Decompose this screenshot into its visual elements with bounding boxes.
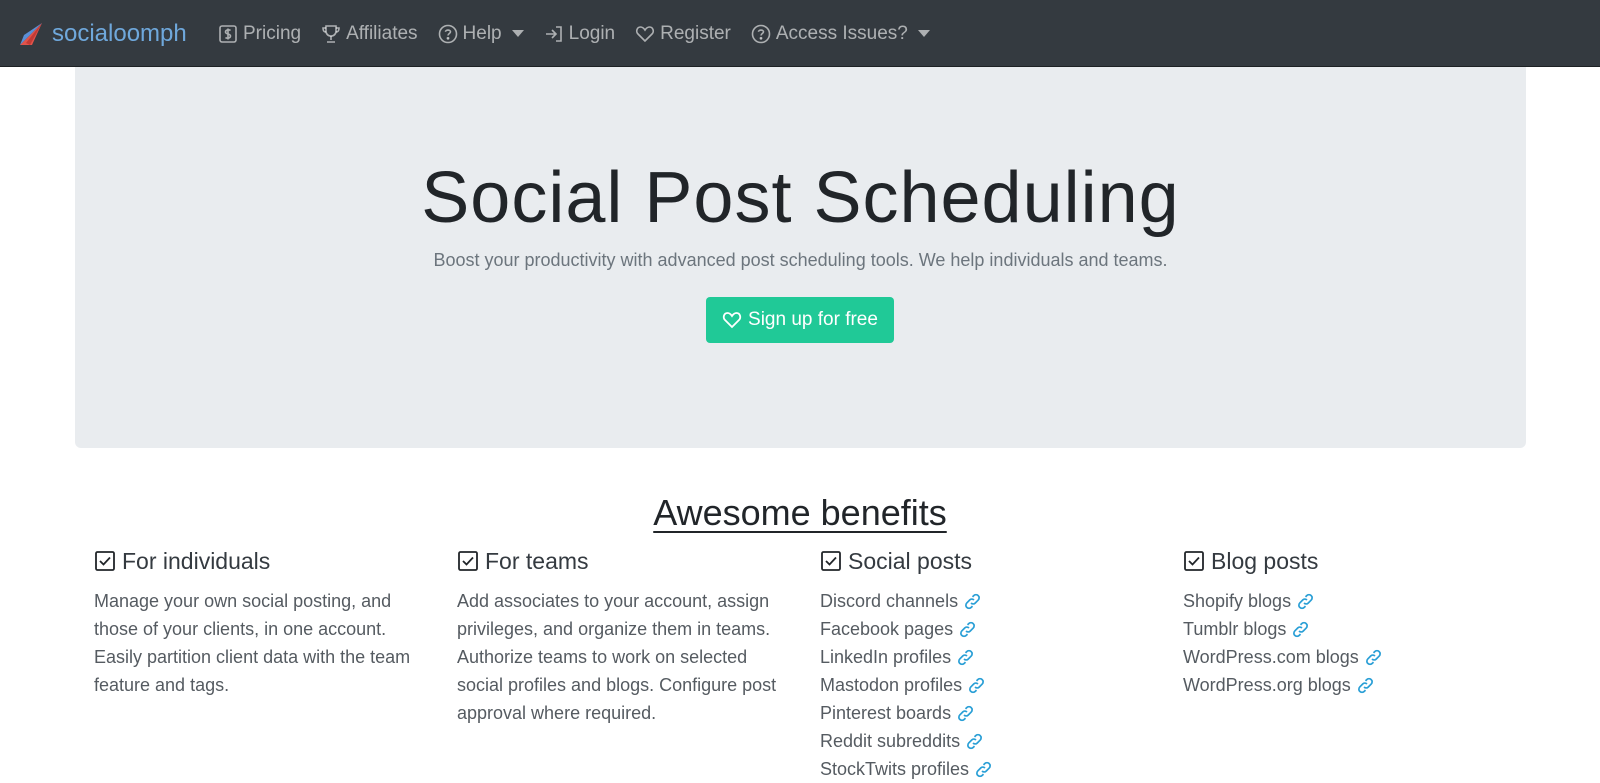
link-icon[interactable] [963, 592, 982, 611]
signup-button[interactable]: Sign up for free [706, 297, 894, 343]
link-icon[interactable] [1296, 592, 1315, 611]
question-circle-icon [751, 24, 771, 43]
nav-item-label: Login [568, 22, 616, 44]
nav-item-pricing[interactable]: Pricing [218, 23, 301, 45]
benefit-heading: Blog posts [1183, 547, 1513, 575]
list-item-label: Reddit subreddits [820, 731, 961, 751]
list-item: Discord channels [820, 587, 1150, 615]
benefit-description: Manage your own social posting, and thos… [94, 591, 411, 695]
list-item-label: WordPress.com blogs [1183, 647, 1359, 667]
nav-item-label: Access Issues? [775, 22, 908, 44]
hero-lead: Boost your productivity with advanced po… [433, 250, 1168, 270]
list-item: Shopify blogs [1183, 587, 1513, 615]
list-item-label: WordPress.org blogs [1183, 675, 1351, 695]
link-icon[interactable] [1364, 648, 1383, 667]
paper-plane-logo-icon [20, 22, 42, 45]
link-icon[interactable] [974, 760, 993, 779]
benefit-individuals: For individuals Manage your own social p… [94, 547, 424, 699]
list-item: Reddit subreddits [820, 727, 1150, 755]
brand-name: socialoomph [52, 19, 187, 47]
sign-in-icon [545, 25, 562, 42]
list-item: Mastodon profiles [820, 671, 1150, 699]
link-icon[interactable] [1356, 676, 1375, 695]
list-item: StockTwits profiles [820, 755, 1150, 783]
link-icon[interactable] [958, 620, 977, 639]
list-item: Tumblr blogs [1183, 615, 1513, 643]
signup-button-label: Sign up for free [748, 309, 878, 330]
list-item-label: Tumblr blogs [1183, 619, 1287, 639]
question-circle-icon [438, 24, 457, 43]
checkbox-checked-icon [821, 551, 841, 571]
dollar-icon [219, 24, 237, 43]
nav-item-label: Help [462, 22, 502, 44]
list-item: LinkedIn profiles [820, 643, 1150, 671]
hero-title: Social Post Scheduling [421, 158, 1180, 238]
nav-menu: Pricing Affiliates Help Login Register A… [218, 0, 950, 67]
benefit-social-posts: Social posts Discord channels Facebook pa… [820, 547, 1150, 783]
brand-link[interactable]: socialoomph [18, 0, 187, 67]
checkbox-checked-icon [95, 551, 115, 571]
hero-jumbotron: Social Post Scheduling Boost your produc… [75, 67, 1526, 448]
list-item-label: Pinterest boards [820, 703, 952, 723]
top-navbar: socialoomph Pricing Affiliates Help Logi… [0, 0, 1600, 67]
benefit-heading: For teams [457, 547, 787, 575]
nav-item-affiliates[interactable]: Affiliates [321, 22, 418, 45]
link-icon[interactable] [965, 732, 984, 751]
checkbox-checked-icon [458, 551, 478, 571]
list-item-label: LinkedIn profiles [820, 647, 952, 667]
chevron-down-icon [511, 30, 524, 37]
chevron-down-icon [917, 30, 930, 37]
benefit-heading: Social posts [820, 547, 1150, 575]
nav-item-label: Affiliates [346, 22, 418, 44]
link-icon[interactable] [956, 704, 975, 723]
trophy-icon [322, 24, 340, 43]
list-item: WordPress.org blogs [1183, 671, 1513, 699]
benefit-heading: For individuals [94, 547, 424, 575]
link-icon[interactable] [1291, 620, 1310, 639]
list-item-label: StockTwits profiles [820, 759, 970, 779]
benefit-teams: For teams Add associates to your account… [457, 547, 787, 727]
list-item-label: Discord channels [820, 591, 959, 611]
heart-icon [636, 25, 655, 42]
nav-item-label: Pricing [243, 22, 302, 44]
nav-item-label: Register [660, 22, 731, 44]
list-item-label: Shopify blogs [1183, 591, 1292, 611]
social-link-list: Discord channels Facebook pages LinkedIn p… [820, 587, 1150, 783]
nav-item-login[interactable]: Login [544, 22, 616, 45]
nav-item-register[interactable]: Register [635, 23, 731, 45]
link-icon[interactable] [956, 648, 975, 667]
blog-link-list: Shopify blogs Tumblr blogs WordPress.com b… [1183, 587, 1513, 699]
benefit-description: Add associates to your account, assign p… [457, 591, 777, 723]
heart-icon [722, 312, 742, 329]
list-item: Facebook pages [820, 615, 1150, 643]
checkbox-checked-icon [1184, 551, 1204, 571]
nav-item-help[interactable]: Help [438, 23, 524, 45]
nav-item-access-issues[interactable]: Access Issues? [751, 23, 930, 45]
list-item: Pinterest boards [820, 699, 1150, 727]
list-item: WordPress.com blogs [1183, 643, 1513, 671]
benefits-title: Awesome benefits [653, 492, 947, 533]
benefit-blog-posts: Blog posts Shopify blogs Tumblr blogs Word… [1183, 547, 1513, 699]
list-item-label: Facebook pages [820, 619, 954, 639]
link-icon[interactable] [967, 676, 986, 695]
list-item-label: Mastodon profiles [820, 675, 963, 695]
